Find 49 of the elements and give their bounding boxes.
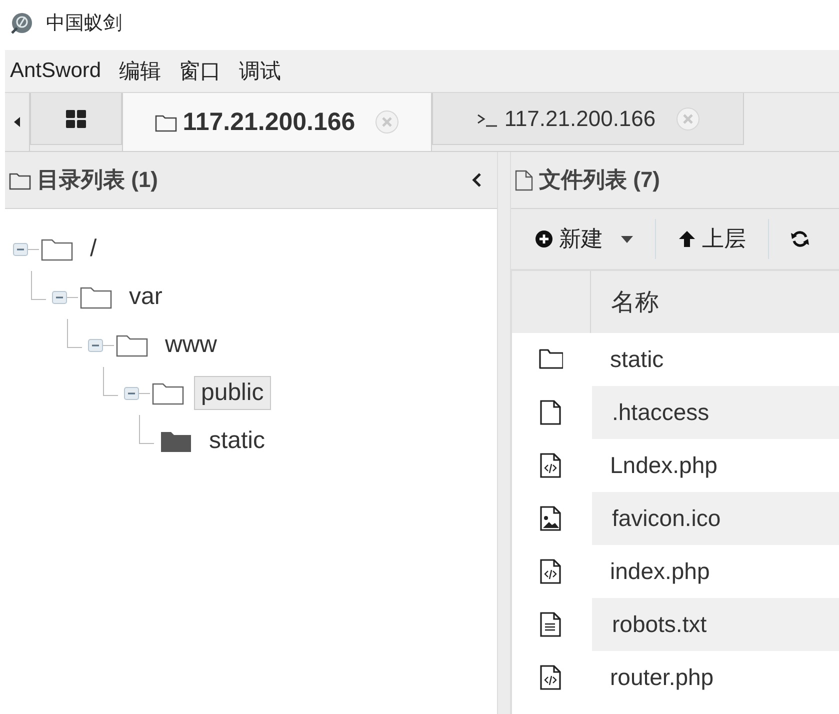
menu-item[interactable]: 调试 — [237, 57, 284, 85]
tab[interactable]: 117.21.200.166 — [432, 93, 744, 145]
folder-icon — [116, 333, 148, 357]
code-file-icon — [539, 558, 563, 584]
tree-item[interactable]: static — [202, 424, 272, 458]
tree-connector — [103, 367, 118, 396]
caret-left-icon — [14, 117, 20, 127]
up-button[interactable]: 上层 — [674, 224, 750, 254]
tree-item[interactable]: var — [122, 280, 170, 314]
plus-circle-icon — [535, 230, 553, 248]
folder-icon — [80, 285, 112, 309]
code-file-icon — [539, 452, 563, 478]
window-title: 中国蚁剑 — [46, 12, 122, 36]
text-file-icon — [539, 612, 563, 638]
caret-down-icon — [621, 236, 633, 242]
file-icon — [515, 170, 533, 190]
file-name[interactable]: static — [590, 333, 839, 386]
tree-item[interactable]: www — [158, 328, 224, 362]
close-icon — [676, 106, 700, 130]
tab[interactable] — [30, 93, 122, 145]
panel-title: 目录列表 (1) — [37, 166, 158, 194]
tab[interactable]: 117.21.200.166 — [122, 93, 432, 151]
grid-icon — [66, 110, 86, 128]
file-name[interactable]: index.php — [590, 545, 839, 598]
image-file-icon — [539, 506, 563, 532]
tree-connector — [67, 319, 82, 348]
new-button[interactable]: 新建 — [531, 224, 637, 254]
chevron-left-icon — [472, 173, 481, 187]
tree-connector — [139, 415, 154, 444]
file-name[interactable]: router.php — [590, 651, 839, 704]
menu-item[interactable]: 窗口 — [177, 57, 224, 85]
app-logo-icon — [10, 11, 34, 35]
menu-item[interactable]: AntSword — [8, 59, 104, 83]
code-file-icon — [539, 664, 563, 690]
folder-icon — [9, 170, 31, 190]
folder-icon — [154, 112, 177, 132]
folder-icon — [160, 429, 192, 453]
close-icon — [375, 110, 400, 134]
file-icon — [539, 400, 563, 426]
menu-item[interactable]: 编辑 — [117, 57, 164, 85]
panel-title: 文件列表 (7) — [539, 166, 660, 194]
folder-icon — [41, 237, 73, 261]
folder-icon — [152, 381, 184, 405]
arrow-up-icon — [678, 230, 696, 248]
tree-item[interactable]: / — [83, 232, 104, 266]
file-name[interactable]: Lndex.php — [590, 439, 839, 492]
refresh-icon — [791, 230, 809, 248]
tree-item[interactable]: public — [194, 376, 271, 410]
tree-connector — [31, 271, 46, 300]
